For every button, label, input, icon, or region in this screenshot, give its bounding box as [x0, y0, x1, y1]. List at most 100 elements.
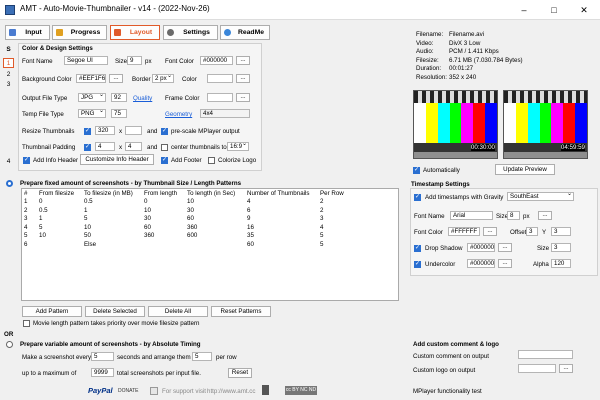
side-tab-2[interactable]: 2: [3, 70, 14, 80]
close-button[interactable]: ✕: [570, 0, 598, 20]
add-pattern-button[interactable]: Add Pattern: [22, 306, 82, 317]
side-tab-3[interactable]: 3: [3, 80, 14, 90]
temp-quality-input[interactable]: 75: [111, 109, 127, 118]
output-type-dropdown[interactable]: JPG: [78, 93, 106, 102]
offset-y-input[interactable]: 3: [551, 227, 571, 236]
quality-link[interactable]: Quality: [133, 95, 152, 102]
donate-label[interactable]: DONATE: [118, 388, 138, 394]
shadow-color-button[interactable]: ...: [498, 243, 512, 252]
drop-shadow-checkbox[interactable]: ✓: [414, 245, 421, 252]
table-row[interactable]: 1 0 0.5 0 10 4 2: [22, 198, 358, 207]
table-row[interactable]: 4 5 10 60 360 16 4: [22, 223, 358, 232]
add-footer-checkbox[interactable]: ✓: [161, 157, 168, 164]
alpha-input[interactable]: 120: [551, 259, 571, 268]
frame-color-input[interactable]: [207, 93, 233, 102]
gravity-dropdown[interactable]: SouthEast: [507, 192, 574, 201]
paypal-logo[interactable]: PayPal: [88, 386, 113, 395]
frame-color-button[interactable]: ...: [236, 93, 250, 102]
resize-width-input[interactable]: 320: [95, 126, 115, 135]
shadow-size-input[interactable]: 3: [551, 243, 571, 252]
delete-selected-button[interactable]: Delete Selected: [85, 306, 145, 317]
auto-preview-checkbox[interactable]: ✓: [413, 167, 420, 174]
table-row[interactable]: 3 1 5 30 60 9 3: [22, 215, 358, 224]
ts-font-color-button[interactable]: ...: [483, 227, 497, 236]
font-name-input[interactable]: Segoe UI: [64, 56, 108, 65]
padding-a-input[interactable]: 4: [95, 142, 115, 151]
side-tab-s[interactable]: S: [3, 45, 14, 55]
center-checkbox[interactable]: [161, 144, 168, 151]
tab-input[interactable]: Input: [5, 25, 50, 40]
padding-and-label: and: [147, 144, 158, 151]
ts-font-color-input[interactable]: #FFFFFF: [448, 227, 480, 236]
table-row[interactable]: 6 Else 60 5: [22, 240, 358, 249]
reset-patterns-button[interactable]: Reset Patterns: [211, 306, 271, 317]
priority-checkbox[interactable]: [23, 320, 30, 327]
info-header-checkbox[interactable]: ✓: [23, 157, 30, 164]
table-row[interactable]: 5 10 50 360 600 35 5: [22, 232, 358, 241]
col-header[interactable]: From filesize: [37, 189, 82, 198]
col-header[interactable]: To length (in Sec): [185, 189, 245, 198]
undercolor-checkbox[interactable]: ✓: [414, 261, 421, 268]
comment-input[interactable]: [518, 350, 573, 359]
tab-settings[interactable]: Settings: [163, 25, 218, 40]
logo-input[interactable]: [518, 364, 556, 373]
tab-layout[interactable]: Layout: [110, 25, 160, 40]
tab-progress[interactable]: Progress: [52, 25, 107, 40]
border-dropdown[interactable]: 2 px: [152, 74, 174, 83]
col-header[interactable]: #: [22, 189, 37, 198]
resize-checkbox[interactable]: ✓: [84, 128, 91, 135]
colorize-logo-checkbox[interactable]: [208, 157, 215, 164]
padding-checkbox[interactable]: ✓: [84, 144, 91, 151]
col-header[interactable]: Per Row: [318, 189, 358, 198]
variable-amount-radio[interactable]: [6, 341, 13, 348]
prescale-checkbox[interactable]: ✓: [161, 128, 168, 135]
table-row[interactable]: 2 0.5 1 10 30 6 2: [22, 206, 358, 215]
border-color-button[interactable]: ...: [236, 74, 250, 83]
offset-x-input[interactable]: 3: [526, 227, 538, 236]
resize-height-input[interactable]: [125, 126, 142, 135]
variable-reset-button[interactable]: Reset: [228, 368, 252, 378]
under-color-button[interactable]: ...: [498, 259, 512, 268]
side-tab-4[interactable]: 4: [3, 157, 14, 167]
bg-color-button[interactable]: ...: [109, 74, 123, 83]
padding-b-input[interactable]: 4: [125, 142, 142, 151]
fixed-amount-radio[interactable]: [6, 180, 13, 187]
license-badge[interactable]: cc BY NC ND: [285, 386, 317, 395]
col-header[interactable]: From length: [142, 189, 185, 198]
logo-browse-button[interactable]: ...: [559, 364, 573, 373]
temp-type-dropdown[interactable]: PNG: [78, 109, 106, 118]
ratio-dropdown[interactable]: 16:9: [227, 142, 249, 151]
file-info-table: Filename: Filename.avi Video: DivX 3 Low A…: [416, 31, 523, 82]
every-input[interactable]: 5: [91, 352, 114, 361]
quality-input[interactable]: 92: [111, 93, 127, 102]
tab-readme[interactable]: ReadMe: [220, 25, 270, 40]
shadow-color-input[interactable]: #000000: [467, 243, 495, 252]
geometry-link[interactable]: Geometry: [165, 111, 192, 118]
minimize-button[interactable]: –: [510, 0, 538, 20]
col-header[interactable]: Number of Thumbnails: [245, 189, 318, 198]
delete-all-button[interactable]: Delete All: [148, 306, 208, 317]
maximize-button[interactable]: □: [540, 0, 568, 20]
ts-size-input[interactable]: 8: [507, 211, 520, 220]
customize-header-button[interactable]: Customize Info Header: [80, 154, 154, 165]
font-size-input[interactable]: 9: [127, 56, 142, 65]
bg-color-input[interactable]: #EEF1F6: [76, 74, 106, 83]
every-label: Make a screenshot every: [22, 354, 92, 361]
ts-font-button[interactable]: ...: [538, 211, 552, 220]
font-color-button[interactable]: ...: [236, 56, 250, 65]
add-timestamps-checkbox[interactable]: ✓: [414, 194, 421, 201]
per-row-input[interactable]: 5: [192, 352, 212, 361]
max-input[interactable]: 9999: [91, 368, 114, 377]
geometry-input[interactable]: 4x4: [200, 109, 250, 118]
col-header[interactable]: To filesize (in MB): [82, 189, 142, 198]
border-color-input[interactable]: [207, 74, 233, 83]
under-color-input[interactable]: #000000: [467, 259, 495, 268]
mplayer-test-link[interactable]: MPlayer functionality test: [413, 388, 482, 395]
side-tab-1[interactable]: 1: [3, 58, 14, 68]
pattern-table[interactable]: # From filesize To filesize (in MB) From…: [21, 188, 399, 301]
update-preview-button[interactable]: Update Preview: [495, 164, 555, 175]
timestamp-2: 04:59:59: [560, 144, 585, 152]
ts-font-input[interactable]: Arial: [450, 211, 493, 220]
support-url-link[interactable]: http://www.amt.cc: [207, 388, 255, 395]
font-color-input[interactable]: #000000: [200, 56, 233, 65]
